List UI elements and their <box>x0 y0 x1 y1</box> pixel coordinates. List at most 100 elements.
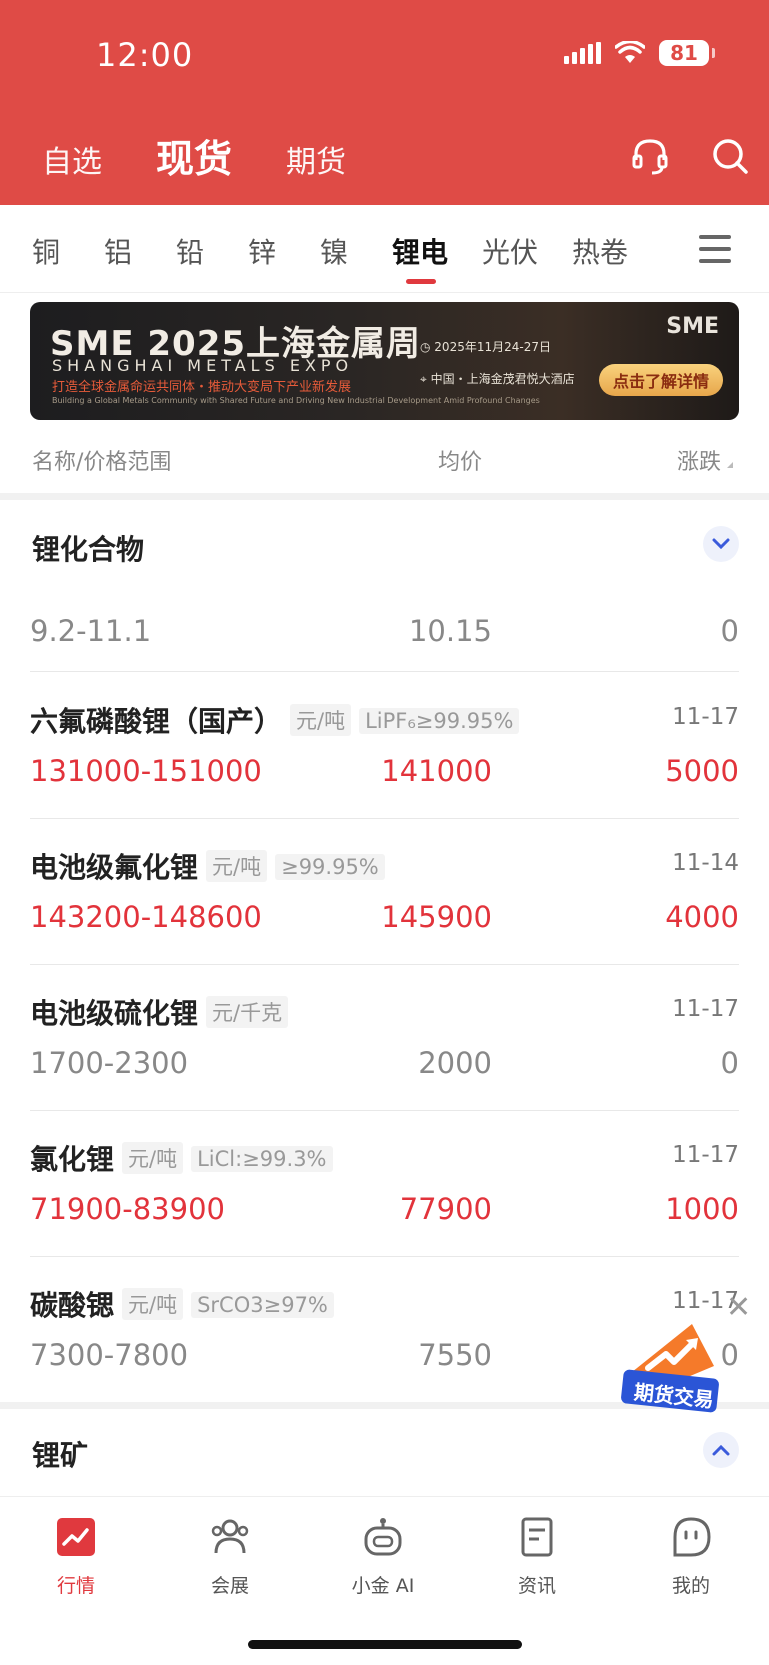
nav-label: 资讯 <box>517 1575 556 1597</box>
category-tab-photovoltaic[interactable]: 光伏 <box>482 231 572 271</box>
category-label: 光伏 <box>482 236 539 269</box>
signal-icon <box>564 42 601 64</box>
nav-market[interactable]: 行情 <box>26 1515 126 1598</box>
price-date: 11-17 <box>672 1142 739 1168</box>
price-range: 1700-2300 <box>30 1046 189 1080</box>
nav-profile[interactable]: 我的 <box>641 1515 741 1598</box>
avg-price: 77900 <box>399 1192 492 1226</box>
avg-price: 2000 <box>418 1046 492 1080</box>
category-label: 镍 <box>320 236 349 269</box>
banner-date: ◷ 2025年11月24-27日 <box>420 340 551 354</box>
category-tab-lead[interactable]: 铅 <box>176 231 248 271</box>
price-range: 131000-151000 <box>30 754 262 788</box>
product-name: 氯化锂 元/吨 LiCl:≥99.3% <box>30 1138 333 1178</box>
list-item[interactable]: 六氟磷酸锂（国产） 元/吨 LiPF₆≥99.95% 11-17 131000-15… <box>30 700 739 819</box>
avg-price: 7550 <box>418 1338 492 1372</box>
column-change[interactable]: 涨跌 <box>677 444 721 476</box>
price-range: 7300-7800 <box>30 1338 189 1372</box>
category-tab-hot-rolled-coil[interactable]: 热卷 <box>572 231 662 271</box>
profile-icon <box>673 1517 711 1557</box>
unit-tag: 元/吨 <box>122 1142 184 1174</box>
app-header: 12:00 81 自选 现货 期货 <box>0 0 769 205</box>
product-name: 碳酸锶 元/吨 SrCO3≥97% <box>30 1284 334 1324</box>
price-change: 5000 <box>665 754 739 788</box>
banner-details-button[interactable]: 点击了解详情 <box>598 364 723 396</box>
nav-exhibition[interactable]: 会展 <box>180 1515 280 1598</box>
category-tab-copper[interactable]: 铜 <box>32 231 104 271</box>
headset-icon[interactable] <box>630 136 670 176</box>
nav-label: 行情 <box>56 1575 95 1597</box>
product-name-text: 电池级硫化锂 <box>30 997 199 1030</box>
tab-spot[interactable]: 现货 <box>156 128 232 183</box>
section-title: 锂化合物 <box>32 533 145 566</box>
tab-futures[interactable]: 期货 <box>286 137 346 181</box>
home-indicator[interactable] <box>248 1640 522 1649</box>
product-name: 电池级氟化锂 元/吨 ≥99.95% <box>30 846 385 886</box>
search-icon[interactable] <box>710 136 750 176</box>
section-lithium-compounds[interactable]: 锂化合物 <box>0 510 769 580</box>
column-headers: 名称/价格范围 均价 涨跌 <box>0 440 769 500</box>
category-tab-nickel[interactable]: 镍 <box>320 231 392 271</box>
category-tab-lithium-battery[interactable]: 锂电 <box>392 231 482 284</box>
nav-label: 我的 <box>671 1575 710 1597</box>
active-tab-underline <box>406 279 436 284</box>
spec-tag: ≥99.95% <box>275 854 385 880</box>
list-item[interactable]: 氯化锂 元/吨 LiCl:≥99.3% 11-17 71900-83900 7790… <box>30 1138 739 1257</box>
nav-label: 会展 <box>210 1575 249 1597</box>
tab-watchlist[interactable]: 自选 <box>42 137 102 181</box>
banner-subtitle: SHANGHAI METALS EXPO <box>52 356 354 375</box>
banner-date-text: 2025年11月24-27日 <box>434 340 551 354</box>
status-time: 12:00 <box>96 36 194 74</box>
price-change: 1000 <box>665 1192 739 1226</box>
top-tabs: 自选 现货 期货 <box>42 128 346 183</box>
banner-slogan: 打造全球金属命运共同体・推动大变局下产业新发展 <box>52 380 352 395</box>
unit-tag: 元/吨 <box>206 850 268 882</box>
price-change: 0 <box>720 1046 739 1080</box>
close-icon[interactable]: ✕ <box>726 1290 751 1325</box>
price-range: 143200-148600 <box>30 900 262 934</box>
price-date: 11-14 <box>672 850 739 876</box>
status-icons: 81 <box>564 40 715 66</box>
list-item[interactable]: 电池级氟化锂 元/吨 ≥99.95% 11-14 143200-148600 145… <box>30 846 739 965</box>
chevron-up-icon[interactable] <box>703 1432 739 1468</box>
menu-icon[interactable] <box>699 235 731 263</box>
unit-tag: 元/千克 <box>206 996 289 1028</box>
section-lithium-ore[interactable]: 锂矿 <box>0 1416 769 1486</box>
spec-tag: SrCO3≥97% <box>191 1292 334 1318</box>
spec-tag: LiPF₆≥99.95% <box>359 708 520 734</box>
sort-icon[interactable] <box>727 462 733 468</box>
market-chart-icon <box>57 1518 95 1556</box>
category-label: 铜 <box>32 236 61 269</box>
nav-news[interactable]: 资讯 <box>487 1515 587 1598</box>
price-change: 0 <box>720 1338 739 1372</box>
category-tabs: 铜 铝 铅 锌 镍 锂电 光伏 热卷 <box>32 231 662 284</box>
wifi-icon <box>615 41 645 63</box>
banner-location-text: 中国・上海金茂君悦大酒店 <box>430 372 575 386</box>
category-label: 热卷 <box>572 236 629 269</box>
column-avg: 均价 <box>438 450 483 475</box>
people-icon <box>211 1519 249 1554</box>
category-label: 锂电 <box>392 236 449 269</box>
nav-ai-assistant[interactable]: 小金 AI <box>333 1515 433 1598</box>
avg-price: 141000 <box>381 754 492 788</box>
banner-location: ⌖ 中国・上海金茂君悦大酒店 <box>420 372 575 386</box>
news-icon <box>521 1517 553 1557</box>
list-item[interactable]: 电池级硫化锂 元/千克 11-17 1700-2300 2000 0 <box>30 992 739 1111</box>
category-bar: 铜 铝 铅 锌 镍 锂电 光伏 热卷 <box>0 205 769 293</box>
section-title: 锂矿 <box>32 1439 89 1472</box>
unit-tag: 元/吨 <box>122 1288 184 1320</box>
column-name: 名称/价格范围 <box>32 450 172 475</box>
battery-icon: 81 <box>659 40 715 66</box>
banner-logo: SME <box>666 314 719 339</box>
category-tab-zinc[interactable]: 锌 <box>248 231 320 271</box>
list-item[interactable]: 9.2-11.1 10.15 0 <box>30 586 739 672</box>
avg-price: 10.15 <box>408 614 492 648</box>
chevron-down-icon[interactable] <box>703 526 739 562</box>
expo-banner[interactable]: SME 2025上海金属周 SHANGHAI METALS EXPO 打造全球金… <box>30 302 739 420</box>
product-name-text: 六氟磷酸锂（国产） <box>30 705 283 738</box>
price-change: 0 <box>720 614 739 648</box>
spec-tag: LiCl:≥99.3% <box>191 1146 333 1172</box>
category-tab-aluminum[interactable]: 铝 <box>104 231 176 271</box>
nav-label: 小金 AI <box>351 1575 415 1597</box>
banner-tagline: Building a Global Metals Community with … <box>52 396 540 405</box>
